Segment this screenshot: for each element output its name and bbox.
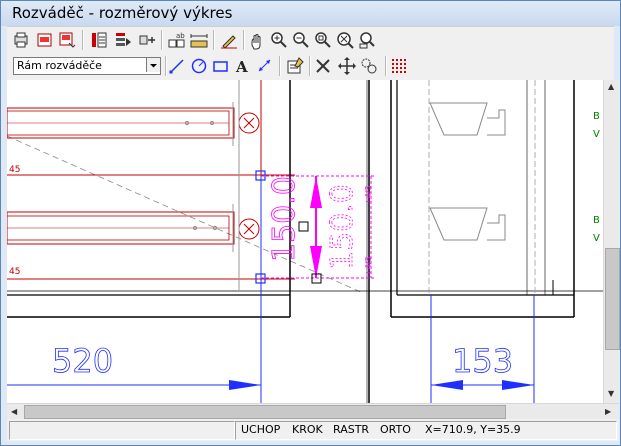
zoom-previous-icon[interactable] <box>357 30 377 50</box>
label-b-bottom: B <box>593 215 600 226</box>
dimension-icon[interactable] <box>255 56 275 76</box>
zoom-all-icon[interactable] <box>335 30 355 50</box>
dimension-520: 520 <box>52 342 113 380</box>
dimension-150-primary: 150.0 <box>267 176 302 262</box>
status-bar: UCHOP KROK RASTR ORTO X=710.9, Y=35.9 <box>7 419 619 441</box>
move-cross-icon[interactable] <box>337 56 357 76</box>
title-bar[interactable]: Rozváděč - rozměrový výkres <box>1 1 620 26</box>
label-45-top: 45 <box>9 165 20 175</box>
label-v-bottom: V <box>593 233 600 244</box>
move-icon[interactable] <box>137 30 157 50</box>
status-krok[interactable]: KROK <box>292 423 323 436</box>
status-uchop[interactable]: UCHOP <box>241 423 280 436</box>
delete-icon[interactable] <box>313 56 333 76</box>
cursor-coordinates: X=710.9, Y=35.9 <box>425 423 521 436</box>
label-v-top: V <box>593 129 600 140</box>
scroll-right-icon[interactable]: ▶ <box>605 407 611 417</box>
toolbar: ab Rám rozváděče A <box>7 26 614 81</box>
measure-icon[interactable] <box>189 30 209 50</box>
copy-icon[interactable] <box>359 56 379 76</box>
line-icon[interactable] <box>167 56 187 76</box>
drawing-canvas[interactable]: 45 45 B V B V 520 153 150.0 150.0 +4/3 +… <box>7 80 603 403</box>
vertical-scrollbar[interactable]: ▲ ▼ <box>603 80 620 403</box>
hand-pan-icon[interactable] <box>247 30 267 50</box>
grid-dots-icon[interactable] <box>389 56 409 76</box>
scroll-down-icon[interactable]: ▼ <box>608 389 614 399</box>
print-preview-icon[interactable] <box>35 30 55 50</box>
chevron-down-icon[interactable] <box>146 58 160 72</box>
vertical-scroll-thumb[interactable] <box>605 248 620 350</box>
svg-text:+4/3: +4/3 <box>364 185 373 205</box>
status-orto[interactable]: ORTO <box>380 423 411 436</box>
status-message <box>9 421 235 440</box>
layers-icon[interactable] <box>113 30 133 50</box>
svg-text:ab: ab <box>176 32 185 40</box>
zoom-window-icon[interactable] <box>313 30 333 50</box>
rectangle-icon[interactable] <box>211 56 231 76</box>
scroll-up-icon[interactable]: ▲ <box>608 82 614 92</box>
circle-icon[interactable] <box>189 56 209 76</box>
window-title: Rozváděč - rozměrový výkres <box>12 4 233 22</box>
svg-text:+4/3: +4/3 <box>364 256 373 276</box>
status-rastr[interactable]: RASTR <box>333 423 369 436</box>
horizontal-scroll-thumb[interactable] <box>24 405 506 419</box>
layer-select-value: Rám rozváděče <box>17 59 102 72</box>
text-icon[interactable]: A <box>233 56 253 76</box>
scroll-left-icon[interactable]: ◀ <box>11 407 17 417</box>
svg-text:A: A <box>235 58 248 76</box>
edit-pencil-icon[interactable] <box>219 30 239 50</box>
label-45-bottom: 45 <box>9 267 20 277</box>
layer-select[interactable]: Rám rozváděče <box>13 57 161 75</box>
dimension-150-secondary: 150.0 <box>325 184 360 270</box>
page-setup-icon[interactable] <box>57 30 77 50</box>
text-block-icon[interactable] <box>89 30 109 50</box>
properties-icon[interactable] <box>285 56 305 76</box>
app-window: Rozváděč - rozměrový výkres ab Rám rozvá… <box>0 0 621 446</box>
dimension-153: 153 <box>452 342 513 380</box>
grid-text-icon[interactable]: ab <box>167 30 187 50</box>
print-icon[interactable] <box>11 30 31 50</box>
zoom-out-icon[interactable] <box>291 30 311 50</box>
label-b-top: B <box>593 111 600 122</box>
horizontal-scrollbar[interactable]: ◀ ▶ <box>7 403 619 420</box>
zoom-in-icon[interactable] <box>269 30 289 50</box>
